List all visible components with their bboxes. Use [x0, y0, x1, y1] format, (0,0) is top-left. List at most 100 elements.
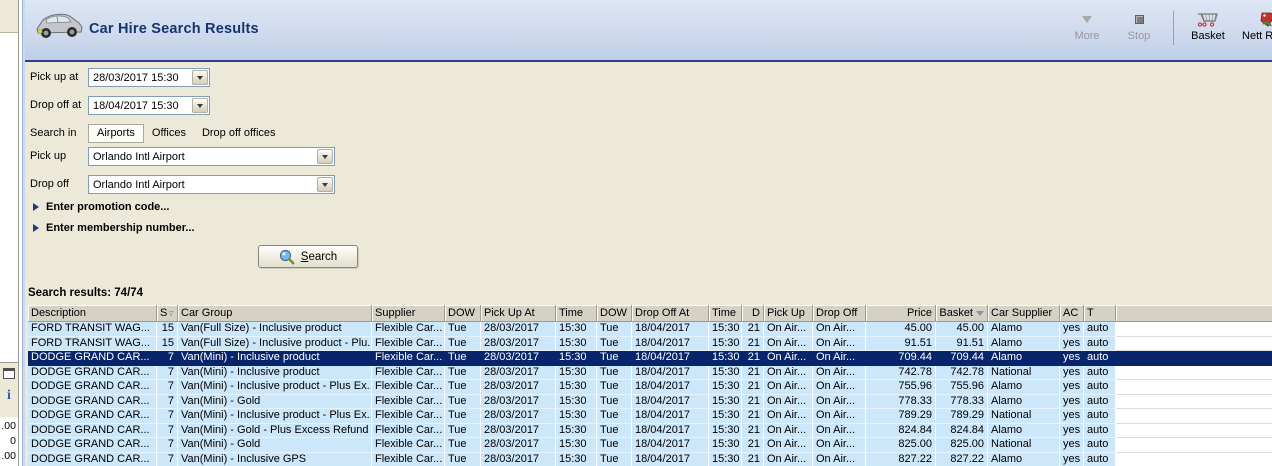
- cell-time: 15:30: [556, 438, 597, 453]
- cell-pick-up: On Air...: [764, 409, 813, 424]
- table-row[interactable]: FORD TRANSIT WAG... 15 Van(Full Size) - In…: [28, 322, 1272, 337]
- column-header-supplier[interactable]: Supplier: [372, 305, 445, 322]
- column-header-car-supplier[interactable]: Car Supplier: [988, 305, 1060, 322]
- cell-pick-up-at: 28/03/2017: [481, 322, 556, 337]
- left-side-panel: i .00 0 .00: [0, 0, 19, 466]
- cell-pick-up: On Air...: [764, 336, 813, 351]
- cell-supplier: Flexible Car...: [372, 438, 445, 453]
- dropdown-arrow-icon[interactable]: [192, 98, 208, 113]
- column-header-description[interactable]: Description: [28, 305, 157, 322]
- table-row[interactable]: DODGE GRAND CAR... 7 Van(Mini) - Inclusive…: [28, 365, 1272, 380]
- search-button[interactable]: Search: [258, 245, 358, 268]
- table-row[interactable]: DODGE GRAND CAR... 7 Van(Mini) - Inclusive…: [28, 351, 1272, 366]
- stop-button[interactable]: Stop: [1119, 10, 1159, 42]
- column-header-pick-up[interactable]: Pick Up: [764, 305, 813, 322]
- window-icon[interactable]: [3, 368, 15, 379]
- tab-airports[interactable]: Airports: [88, 124, 144, 143]
- cell-d: 21: [742, 409, 764, 424]
- cell-drop-off-at: 18/04/2017: [632, 423, 709, 438]
- pickup-location-combobox[interactable]: Orlando Intl Airport: [88, 147, 335, 166]
- column-header-basket[interactable]: Basket: [936, 305, 988, 322]
- cell-price: 709.44: [866, 351, 936, 366]
- dropdown-arrow-icon[interactable]: [192, 70, 208, 85]
- dropdown-arrow-icon[interactable]: [317, 177, 333, 192]
- cell-dow: Tue: [597, 452, 632, 466]
- column-header-label: Drop Off: [816, 307, 858, 319]
- tab-offices[interactable]: Offices: [144, 125, 194, 142]
- column-header-pick-up-at[interactable]: Pick Up At: [481, 305, 556, 322]
- cell-car-group: Van(Mini) - Gold: [178, 438, 372, 453]
- promotion-code-expander[interactable]: Enter promotion code...: [33, 201, 169, 213]
- column-header-time[interactable]: Time: [709, 305, 742, 322]
- cell-pick-up-at: 28/03/2017: [481, 409, 556, 424]
- table-row[interactable]: DODGE GRAND CAR... 7 Van(Mini) - Inclusive…: [28, 380, 1272, 395]
- column-header-time[interactable]: Time: [556, 305, 597, 322]
- column-header-dow[interactable]: DOW: [597, 305, 632, 322]
- column-header-label: Basket: [939, 307, 973, 319]
- cell-drop-off-at: 18/04/2017: [632, 438, 709, 453]
- tab-drop-off-offices[interactable]: Drop off offices: [194, 125, 284, 142]
- cell-s: 7: [157, 438, 178, 453]
- row-filler: [1116, 336, 1272, 351]
- column-header-t[interactable]: T: [1084, 305, 1116, 322]
- info-icon[interactable]: i: [0, 388, 18, 404]
- table-row[interactable]: DODGE GRAND CAR... 7 Van(Mini) - Inclusive…: [28, 409, 1272, 424]
- cell-car-group: Van(Mini) - Gold - Plus Excess Refund: [178, 423, 372, 438]
- table-row[interactable]: FORD TRANSIT WAG... 15 Van(Full Size) - In…: [28, 336, 1272, 351]
- cell-drop-off-at: 18/04/2017: [632, 351, 709, 366]
- cell-dow: Tue: [445, 423, 481, 438]
- nett-rates-button[interactable]: Nett Rates: [1240, 10, 1272, 42]
- cell-dow: Tue: [445, 394, 481, 409]
- table-row[interactable]: DODGE GRAND CAR... 7 Van(Mini) - Gold Flexi…: [28, 438, 1272, 453]
- pickup-at-combobox[interactable]: 28/03/2017 15:30: [88, 68, 210, 87]
- basket-button[interactable]: Basket: [1188, 10, 1228, 42]
- cell-dow: Tue: [597, 394, 632, 409]
- filter-icon[interactable]: [169, 309, 174, 318]
- table-row[interactable]: DODGE GRAND CAR... 7 Van(Mini) - Gold Flexi…: [28, 394, 1272, 409]
- cell-drop-off-at: 18/04/2017: [632, 365, 709, 380]
- column-header-dow[interactable]: DOW: [445, 305, 481, 322]
- column-header-d[interactable]: D: [742, 305, 764, 322]
- column-header-drop-off[interactable]: Drop Off: [813, 305, 866, 322]
- column-header-ac[interactable]: AC: [1060, 305, 1084, 322]
- cell-supplier: Flexible Car...: [372, 394, 445, 409]
- column-header-price[interactable]: Price: [866, 305, 936, 322]
- row-filler: [1116, 365, 1272, 380]
- more-button[interactable]: More: [1067, 10, 1107, 42]
- cell-pick-up-at: 28/03/2017: [481, 423, 556, 438]
- cell-drop-off-at: 18/04/2017: [632, 452, 709, 466]
- cell-basket: 91.51: [936, 336, 988, 351]
- table-row[interactable]: DODGE GRAND CAR... 7 Van(Mini) - Gold - Pl…: [28, 423, 1272, 438]
- cell-ac: yes: [1060, 322, 1084, 337]
- column-header-car-group[interactable]: Car Group: [178, 305, 372, 322]
- dropoff-location-combobox[interactable]: Orlando Intl Airport: [88, 175, 335, 194]
- cell-car-group: Van(Mini) - Inclusive product - Plus Ex.…: [178, 380, 372, 395]
- row-filler: [1116, 380, 1272, 395]
- left-panel-values: .00 0 .00: [0, 417, 18, 466]
- column-header-drop-off-at[interactable]: Drop Off At: [632, 305, 709, 322]
- cell-t: auto: [1084, 438, 1116, 453]
- cell-pick-up: On Air...: [764, 438, 813, 453]
- column-header-label: Time: [712, 307, 737, 319]
- row-filler: [1116, 351, 1272, 366]
- cell-time: 15:30: [556, 423, 597, 438]
- panel-header: Car Hire Search Results More Stop Basket…: [25, 0, 1272, 62]
- dropdown-arrow-icon[interactable]: [317, 149, 333, 164]
- cell-description: DODGE GRAND CAR...: [28, 438, 157, 453]
- sort-desc-icon: [976, 310, 984, 316]
- table-row[interactable]: DODGE GRAND CAR... 7 Van(Mini) - Inclusive…: [28, 452, 1272, 466]
- column-header-s[interactable]: S: [157, 305, 178, 322]
- dropoff-at-label: Drop off at: [30, 99, 82, 111]
- cell-t: auto: [1084, 394, 1116, 409]
- cell-basket: 789.29: [936, 409, 988, 424]
- cell-dow: Tue: [445, 351, 481, 366]
- cell-supplier: Flexible Car...: [372, 351, 445, 366]
- dropoff-at-combobox[interactable]: 18/04/2017 15:30: [88, 96, 210, 115]
- membership-number-expander[interactable]: Enter membership number...: [33, 222, 195, 234]
- cell-time: 15:30: [709, 409, 742, 424]
- cell-drop-off-at: 18/04/2017: [632, 322, 709, 337]
- cell-t: auto: [1084, 351, 1116, 366]
- cell-car-group: Van(Full Size) - Inclusive product: [178, 322, 372, 337]
- cell-price: 91.51: [866, 336, 936, 351]
- cell-price: 825.00: [866, 438, 936, 453]
